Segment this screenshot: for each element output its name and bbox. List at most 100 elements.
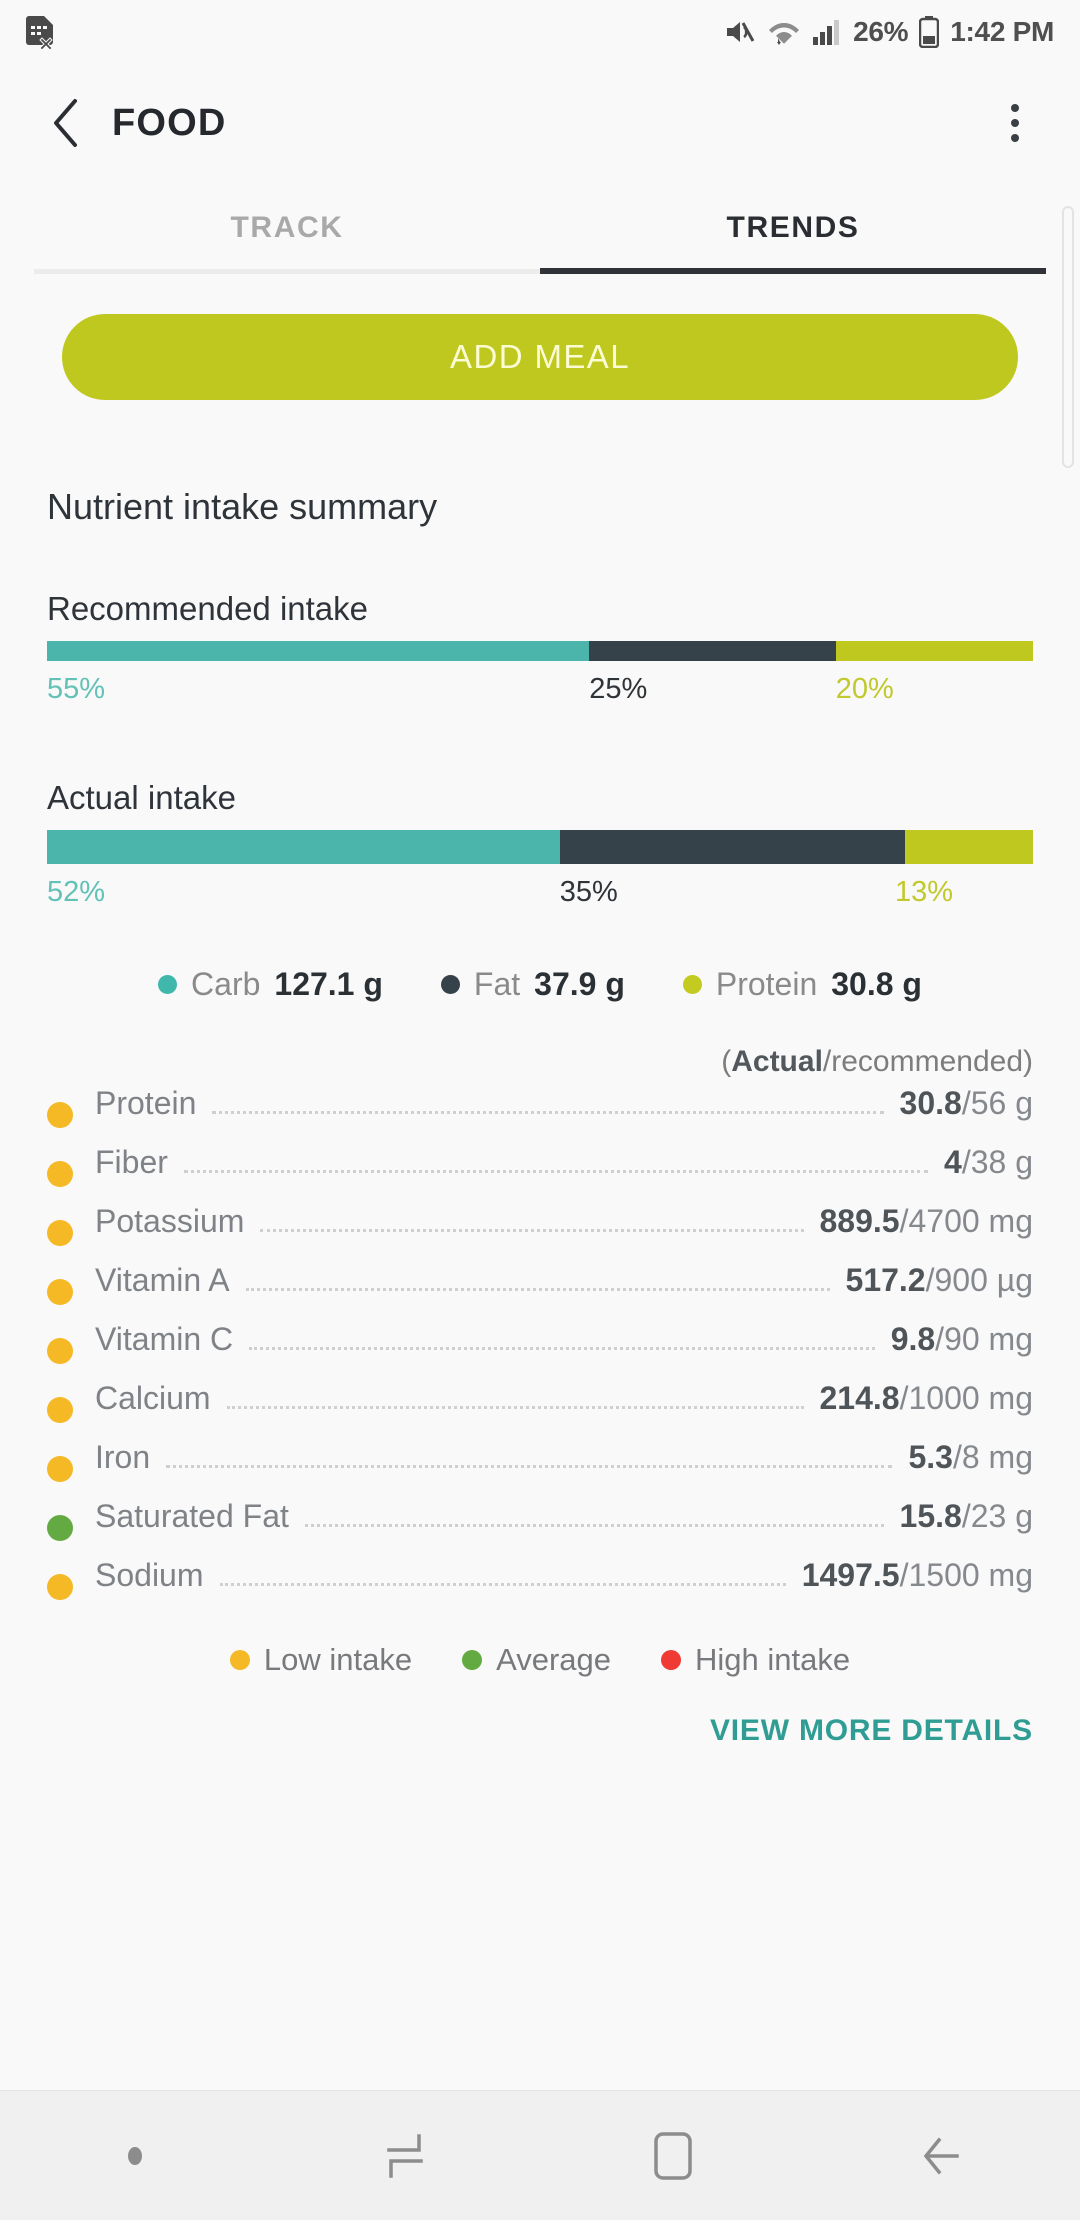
average-dot-icon: [462, 1650, 483, 1670]
status-dot-icon: [47, 1337, 73, 1364]
macro-protein-value: 30.8 g: [831, 966, 922, 1002]
actual-intake-bar: [47, 830, 1033, 864]
nutrient-actual: 5.3: [908, 1439, 953, 1475]
carb-color-dot-icon: [158, 975, 178, 994]
tab-track[interactable]: TRACK: [34, 182, 540, 274]
nutrient-value: 214.8/1000 mg: [820, 1380, 1034, 1417]
table-row[interactable]: Fiber 4/38 g: [47, 1144, 1033, 1203]
chevron-left-icon: [54, 99, 77, 147]
tab-bar: TRACK TRENDS: [34, 182, 1046, 274]
leader-line: [249, 1347, 875, 1350]
navigation-bar: [0, 2090, 1080, 2220]
back-button[interactable]: [34, 91, 98, 155]
nutrient-value: 30.8/56 g: [900, 1085, 1033, 1122]
nutrient-value: 9.8/90 mg: [891, 1321, 1033, 1358]
leader-line: [219, 1583, 786, 1586]
nav-back-button[interactable]: [810, 2091, 1080, 2220]
table-row[interactable]: Sodium 1497.5/1500 mg: [47, 1557, 1033, 1616]
nutrient-name: Vitamin C: [95, 1321, 234, 1357]
more-vertical-icon-dot: [1011, 104, 1019, 112]
recommended-protein-segment: [835, 641, 1033, 661]
nav-indicator-button[interactable]: [0, 2091, 270, 2220]
add-meal-container: ADD MEAL: [0, 274, 1080, 400]
sim-card-error-icon: [26, 16, 53, 50]
table-row[interactable]: Calcium 214.8/1000 mg: [47, 1380, 1033, 1439]
table-row[interactable]: Potassium 889.5/4700 mg: [47, 1203, 1033, 1262]
nutrient-actual: 214.8: [819, 1380, 900, 1416]
battery-icon: [919, 16, 940, 48]
nutrient-name: Sodium: [95, 1557, 204, 1593]
low-intake-dot-icon: [229, 1650, 250, 1670]
table-header-actual: Actual: [731, 1045, 823, 1078]
actual-carb-percent: 52%: [47, 876, 106, 908]
status-dot-icon: [47, 1455, 73, 1482]
phone-screen: 26% 1:42 PM FOOD TRACK TRENDS ADD MEAL N…: [0, 0, 1080, 2220]
nutrient-value: 1497.5/1500 mg: [802, 1557, 1033, 1594]
table-row[interactable]: Protein 30.8/56 g: [47, 1085, 1033, 1144]
nutrient-list: Protein 30.8/56 g Fiber 4/38 g Potassium…: [47, 1085, 1033, 1616]
overflow-menu-button[interactable]: [984, 88, 1046, 158]
status-legend: Low intake Average High intake: [47, 1642, 1033, 1678]
view-more-details-link[interactable]: VIEW MORE DETAILS: [47, 1714, 1033, 1748]
nutrient-value: 517.2/900 µg: [846, 1262, 1033, 1299]
high-intake-dot-icon: [661, 1650, 682, 1670]
nutrient-name: Protein: [95, 1085, 197, 1121]
recommended-carb-segment: [47, 641, 590, 661]
nav-home-button[interactable]: [540, 2091, 810, 2220]
table-row[interactable]: Vitamin A 517.2/900 µg: [47, 1262, 1033, 1321]
nutrient-recommended: /8 mg: [952, 1439, 1033, 1475]
actual-percent-row: 52% 35% 13%: [47, 876, 1033, 924]
actual-protein-percent: 13%: [894, 876, 953, 908]
add-meal-button[interactable]: ADD MEAL: [62, 314, 1018, 400]
table-row[interactable]: Saturated Fat 15.8/23 g: [47, 1498, 1033, 1557]
nutrient-recommended: /900 µg: [925, 1262, 1033, 1298]
indicator-dot-icon: [128, 2146, 142, 2165]
macro-legend-item-protein: Protein 30.8 g: [682, 966, 922, 1003]
nutrient-name: Potassium: [95, 1203, 245, 1239]
status-bar-right: 26% 1:42 PM: [724, 16, 1054, 48]
legend-item-high: High intake: [661, 1642, 850, 1678]
fat-color-dot-icon: [440, 975, 460, 994]
tab-trends[interactable]: TRENDS: [540, 182, 1046, 274]
legend-item-average: Average: [462, 1642, 611, 1678]
leader-line: [166, 1465, 893, 1468]
nutrient-value: 15.8/23 g: [900, 1498, 1033, 1535]
protein-color-dot-icon: [682, 975, 702, 994]
nutrient-name: Iron: [95, 1439, 151, 1475]
actual-fat-segment: [559, 830, 905, 864]
home-icon: [654, 2131, 692, 2180]
macro-fat-name: Fat: [473, 966, 521, 1002]
status-dot-icon: [47, 1514, 73, 1541]
status-bar-left: [26, 14, 56, 50]
nutrient-actual: 9.8: [890, 1321, 936, 1357]
leader-line: [260, 1229, 804, 1232]
status-dot-icon: [47, 1278, 73, 1305]
macro-legend: Carb 127.1 g Fat 37.9 g Protein 30.8 g: [47, 966, 1033, 1003]
nav-recents-button[interactable]: [270, 2091, 540, 2220]
clock-label: 1:42 PM: [950, 16, 1054, 47]
nutrient-value: 4/38 g: [944, 1144, 1033, 1181]
table-row[interactable]: Iron 5.3/8 mg: [47, 1439, 1033, 1498]
actual-protein-segment: [904, 830, 1033, 864]
actual-intake-block: Actual intake 52% 35% 13%: [47, 779, 1033, 924]
scrollbar[interactable]: [1062, 206, 1074, 468]
leader-line: [212, 1111, 884, 1114]
actual-fat-percent: 35%: [559, 876, 618, 908]
mute-icon: [727, 22, 755, 42]
table-row[interactable]: Vitamin C 9.8/90 mg: [47, 1321, 1033, 1380]
nutrient-recommended: /4700 mg: [899, 1203, 1033, 1239]
status-dot-icon: [47, 1396, 73, 1423]
main-content: Nutrient intake summary Recommended inta…: [0, 486, 1080, 1748]
wifi-icon: [769, 23, 800, 45]
section-heading: Nutrient intake summary: [47, 486, 438, 527]
nutrient-actual: 15.8: [899, 1498, 962, 1534]
recommended-percent-row: 55% 25% 20%: [47, 673, 1033, 721]
actual-intake-label: Actual intake: [47, 779, 236, 816]
nutrient-name: Saturated Fat: [95, 1498, 289, 1534]
nutrient-recommended: /56 g: [961, 1085, 1033, 1121]
leader-line: [226, 1406, 804, 1409]
actual-carb-segment: [47, 830, 560, 864]
nutrient-actual: 30.8: [899, 1085, 962, 1121]
recommended-carb-percent: 55%: [47, 673, 106, 705]
legend-item-low: Low intake: [229, 1642, 412, 1678]
